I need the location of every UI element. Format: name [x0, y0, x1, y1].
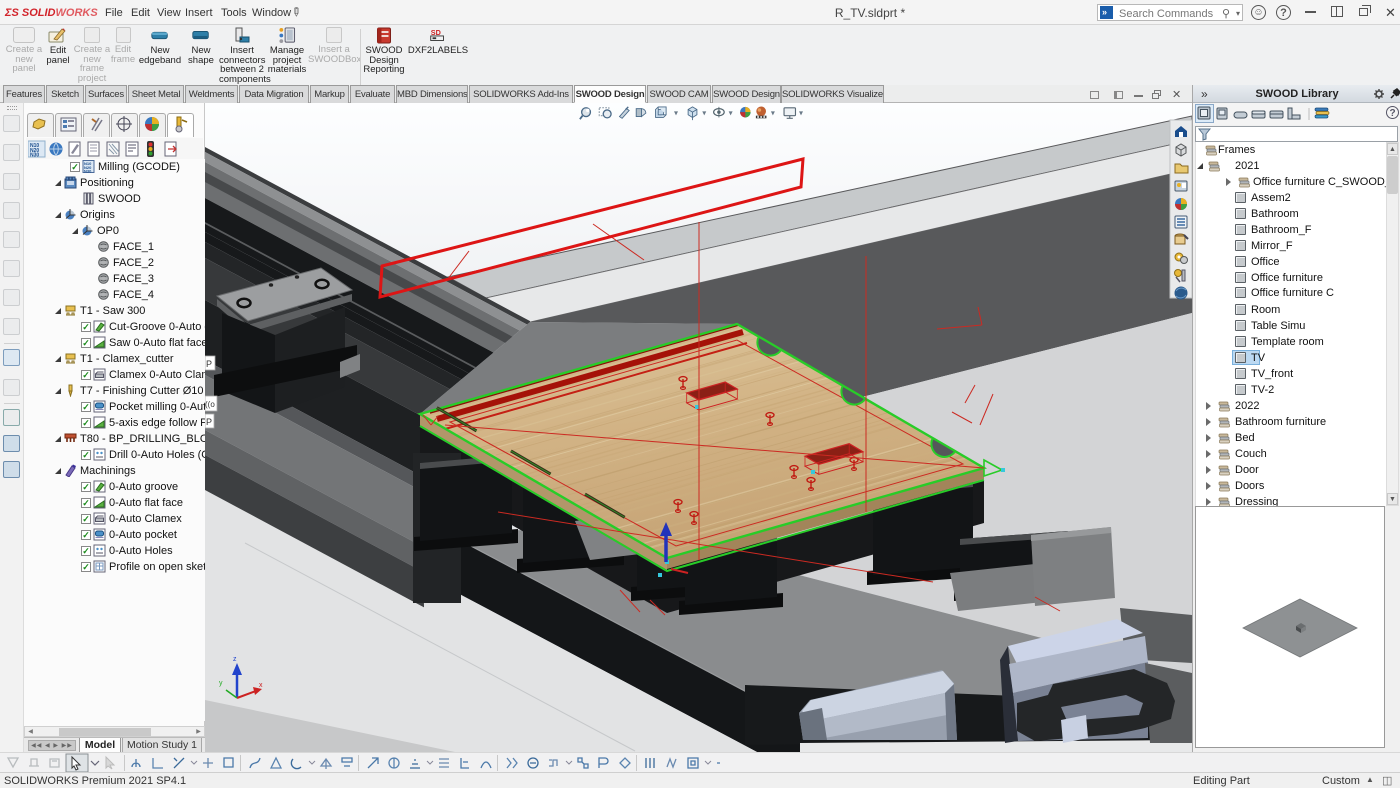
svg-text:y: y	[219, 680, 223, 687]
svg-text:P: P	[206, 359, 212, 369]
svg-text:▾: ▾	[799, 109, 803, 118]
svg-text:▾: ▾	[702, 109, 706, 118]
svg-text:N30: N30	[84, 169, 92, 174]
svg-text:z: z	[233, 656, 237, 663]
svg-text:▾: ▾	[771, 109, 775, 118]
svg-text:x: x	[259, 682, 263, 689]
svg-text:((o: ((o	[205, 400, 215, 409]
svg-text:▾: ▾	[729, 109, 733, 118]
svg-text:P: P	[206, 417, 212, 427]
svg-text:▾: ▾	[674, 109, 678, 118]
svg-text:N30: N30	[30, 153, 39, 159]
